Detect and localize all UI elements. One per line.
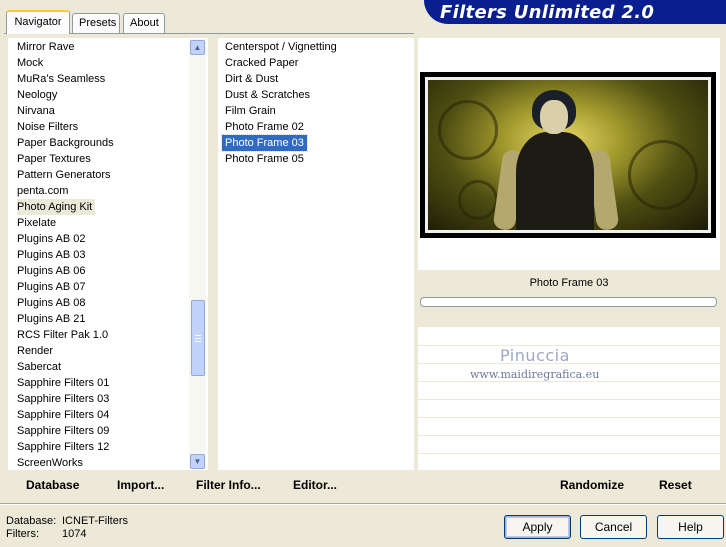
gear-decoration	[458, 180, 498, 220]
parameter-row-divider	[418, 399, 720, 400]
category-item[interactable]: Plugins AB 21	[17, 311, 86, 327]
cancel-button[interactable]: Cancel	[580, 515, 647, 539]
category-item[interactable]: Photo Aging Kit	[17, 199, 96, 215]
parameter-row-divider	[418, 381, 720, 382]
filter-item[interactable]: Cracked Paper	[222, 55, 301, 71]
category-item[interactable]: Mock	[17, 55, 43, 71]
category-item[interactable]: Sapphire Filters 12	[17, 439, 109, 455]
separator	[0, 504, 726, 505]
category-scrollbar[interactable]	[189, 39, 206, 469]
category-item[interactable]: Noise Filters	[17, 119, 78, 135]
parameter-row-divider	[418, 417, 720, 418]
apply-button[interactable]: Apply	[504, 515, 571, 539]
parameter-row-divider	[418, 435, 720, 436]
filter-item[interactable]: Dust & Scratches	[222, 87, 313, 103]
reset-button[interactable]: Reset	[659, 478, 692, 492]
category-item[interactable]: Neology	[17, 87, 57, 103]
category-item[interactable]: Sapphire Filters 03	[17, 391, 109, 407]
gear-decoration	[628, 140, 698, 210]
editor-button[interactable]: Editor...	[293, 478, 337, 492]
category-item[interactable]: ScreenWorks	[17, 455, 83, 469]
status-filters-key: Filters:	[6, 528, 39, 540]
filter-info-button[interactable]: Filter Info...	[196, 478, 261, 492]
scroll-thumb[interactable]	[191, 300, 205, 376]
gear-decoration	[438, 100, 498, 160]
category-item[interactable]: MuRa's Seamless	[17, 71, 105, 87]
category-item[interactable]: Nirvana	[17, 103, 55, 119]
category-item[interactable]: Sapphire Filters 04	[17, 407, 109, 423]
status-database-key: Database:	[6, 515, 57, 527]
filter-item[interactable]: Centerspot / Vignetting	[222, 39, 340, 55]
preview-image	[420, 72, 716, 238]
category-item[interactable]: Plugins AB 07	[17, 279, 86, 295]
category-item[interactable]: Pixelate	[17, 215, 56, 231]
filter-item[interactable]: Photo Frame 05	[222, 151, 307, 167]
tab-presets[interactable]: Presets	[72, 13, 120, 33]
help-button[interactable]: Help	[657, 515, 724, 539]
preview-filter-name: Photo Frame 03	[418, 272, 720, 294]
scroll-up-button[interactable]: ▲	[190, 40, 205, 55]
preview-photo	[425, 77, 711, 233]
status-filters-value: 1074	[62, 528, 87, 540]
category-item[interactable]: Plugins AB 08	[17, 295, 86, 311]
category-item[interactable]: Plugins AB 03	[17, 247, 86, 263]
filter-item[interactable]: Film Grain	[222, 103, 279, 119]
randomize-button[interactable]: Randomize	[560, 478, 624, 492]
app-title: Filters Unlimited 2.0	[440, 2, 655, 23]
tab-navigator[interactable]: Navigator	[6, 10, 70, 34]
tab-about[interactable]: About	[123, 13, 165, 33]
category-item[interactable]: Plugins AB 06	[17, 263, 86, 279]
category-item[interactable]: penta.com	[17, 183, 68, 199]
database-button[interactable]: Database	[26, 478, 79, 492]
status-database-value: ICNET-Filters	[62, 515, 128, 527]
panel-divider	[210, 38, 218, 470]
grip-icon	[195, 334, 201, 342]
parameter-row-divider	[418, 453, 720, 454]
category-list[interactable]: Mirror Rave Mock MuRa's Seamless Neology Nir…	[9, 39, 189, 469]
figure-face	[540, 100, 568, 134]
category-item[interactable]: Pattern Generators	[17, 167, 111, 183]
chevron-down-icon: ▼	[193, 457, 202, 466]
category-item[interactable]: Render	[17, 343, 53, 359]
filter-item[interactable]: Photo Frame 03	[221, 134, 308, 152]
scroll-down-button[interactable]: ▼	[190, 454, 205, 469]
chevron-up-icon: ▲	[193, 43, 202, 52]
category-item[interactable]: Plugins AB 02	[17, 231, 86, 247]
progress-bar	[420, 297, 717, 307]
watermark-url: www.maidiregrafica.eu	[470, 368, 600, 381]
category-item[interactable]: RCS Filter Pak 1.0	[17, 327, 108, 343]
filter-item[interactable]: Photo Frame 02	[222, 119, 307, 135]
figure-body	[516, 132, 594, 230]
category-item[interactable]: Paper Backgrounds	[17, 135, 114, 151]
category-item[interactable]: Sabercat	[17, 359, 61, 375]
watermark-name: Pinuccia	[500, 346, 570, 365]
category-item[interactable]: Mirror Rave	[17, 39, 74, 55]
filter-item[interactable]: Dirt & Dust	[222, 71, 281, 87]
category-item[interactable]: Sapphire Filters 09	[17, 423, 109, 439]
category-item[interactable]: Sapphire Filters 01	[17, 375, 109, 391]
category-item[interactable]: Paper Textures	[17, 151, 91, 167]
import-button[interactable]: Import...	[117, 478, 164, 492]
